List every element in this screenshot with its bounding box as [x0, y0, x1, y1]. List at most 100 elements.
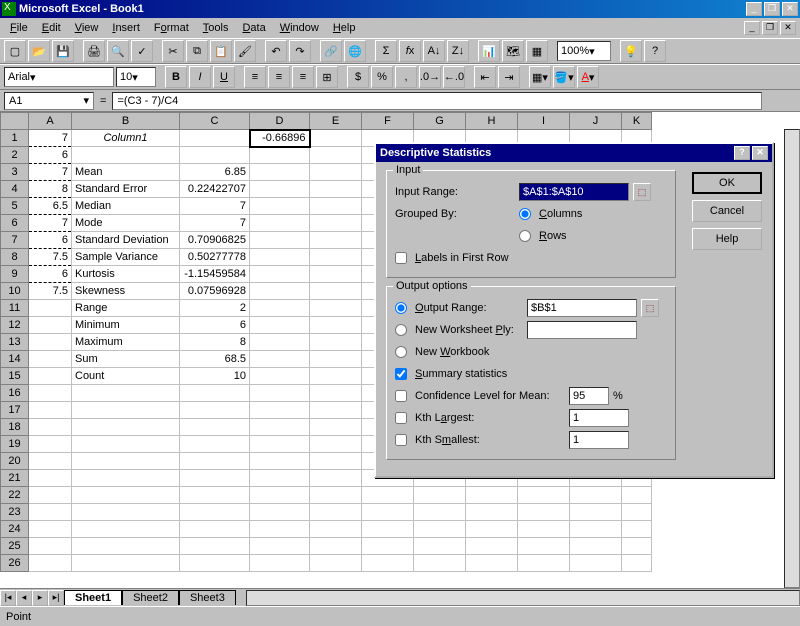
inc-indent-icon[interactable]: ⇥: [498, 66, 520, 88]
dialog-help-button[interactable]: ?: [734, 146, 750, 160]
cell[interactable]: Column1: [72, 130, 180, 147]
cell[interactable]: [180, 436, 250, 453]
function-icon[interactable]: fx: [399, 40, 421, 62]
cell[interactable]: [466, 504, 518, 521]
align-left-icon[interactable]: ≡: [244, 66, 266, 88]
cell[interactable]: [29, 402, 72, 419]
cell[interactable]: [250, 283, 310, 300]
cell[interactable]: [362, 521, 414, 538]
cell[interactable]: [29, 368, 72, 385]
cell[interactable]: [72, 385, 180, 402]
cell[interactable]: 7: [29, 215, 72, 232]
cell[interactable]: [310, 555, 362, 572]
cell[interactable]: [29, 538, 72, 555]
cell[interactable]: [72, 419, 180, 436]
font-combo[interactable]: Arial ▾: [4, 67, 114, 87]
cell[interactable]: Mean: [72, 164, 180, 181]
cell[interactable]: [72, 147, 180, 164]
cell[interactable]: 6.85: [180, 164, 250, 181]
cancel-button[interactable]: Cancel: [692, 200, 762, 222]
cell[interactable]: [250, 249, 310, 266]
cell[interactable]: [250, 487, 310, 504]
cell[interactable]: [518, 555, 570, 572]
dialog-help-action[interactable]: Help: [692, 228, 762, 250]
web-toolbar-icon[interactable]: 🌐: [344, 40, 366, 62]
menu-format[interactable]: Format: [148, 20, 195, 36]
borders-icon[interactable]: ▦▾: [529, 66, 551, 88]
cell[interactable]: [29, 334, 72, 351]
row-15[interactable]: 15: [1, 368, 29, 385]
menu-file[interactable]: File: [4, 20, 34, 36]
help-icon[interactable]: ?: [644, 40, 666, 62]
cell[interactable]: [310, 198, 362, 215]
new-worksheet-field[interactable]: [527, 321, 637, 339]
currency-icon[interactable]: $: [347, 66, 369, 88]
preview-icon[interactable]: 🔍: [107, 40, 129, 62]
row-13[interactable]: 13: [1, 334, 29, 351]
row-23[interactable]: 23: [1, 504, 29, 521]
name-box[interactable]: A1▾: [4, 92, 94, 110]
hyperlink-icon[interactable]: 🔗: [320, 40, 342, 62]
cell[interactable]: [310, 538, 362, 555]
horizontal-scrollbar[interactable]: [246, 590, 800, 606]
cell[interactable]: [518, 487, 570, 504]
cell[interactable]: [72, 453, 180, 470]
cell[interactable]: 0.50277778: [180, 249, 250, 266]
map-icon[interactable]: 🗺: [502, 40, 524, 62]
cell[interactable]: [250, 521, 310, 538]
align-center-icon[interactable]: ≡: [268, 66, 290, 88]
cell[interactable]: [29, 521, 72, 538]
row-1[interactable]: 1: [1, 130, 29, 147]
cell[interactable]: [310, 334, 362, 351]
cell[interactable]: 0.07596928: [180, 283, 250, 300]
row-2[interactable]: 2: [1, 147, 29, 164]
open-icon[interactable]: 📂: [28, 40, 50, 62]
cell[interactable]: 7.5: [29, 283, 72, 300]
cell[interactable]: [250, 164, 310, 181]
cell[interactable]: [250, 436, 310, 453]
cell[interactable]: [180, 130, 250, 147]
cell[interactable]: [518, 521, 570, 538]
cell[interactable]: Median: [72, 198, 180, 215]
rows-radio[interactable]: [519, 230, 531, 242]
bold-icon[interactable]: B: [165, 66, 187, 88]
cell[interactable]: [362, 504, 414, 521]
columns-radio[interactable]: [519, 208, 531, 220]
cell[interactable]: 6: [180, 317, 250, 334]
paste-icon[interactable]: 📋: [210, 40, 232, 62]
row-6[interactable]: 6: [1, 215, 29, 232]
row-21[interactable]: 21: [1, 470, 29, 487]
row-16[interactable]: 16: [1, 385, 29, 402]
cell[interactable]: [518, 538, 570, 555]
col-G[interactable]: G: [414, 113, 466, 130]
cell[interactable]: [362, 555, 414, 572]
cell[interactable]: 0.22422707: [180, 181, 250, 198]
cell[interactable]: [250, 538, 310, 555]
cell[interactable]: [250, 351, 310, 368]
dec-indent-icon[interactable]: ⇤: [474, 66, 496, 88]
cell[interactable]: [72, 555, 180, 572]
cell[interactable]: [310, 215, 362, 232]
cell[interactable]: 6: [29, 232, 72, 249]
cell[interactable]: [180, 470, 250, 487]
formula-input[interactable]: =(C3 - 7)/C4: [112, 92, 762, 110]
input-range-field[interactable]: $A$1:$A$10: [519, 183, 629, 201]
cell[interactable]: 7.5: [29, 249, 72, 266]
percent-icon[interactable]: %: [371, 66, 393, 88]
cell[interactable]: [180, 402, 250, 419]
cell[interactable]: [180, 487, 250, 504]
cell[interactable]: 68.5: [180, 351, 250, 368]
cell[interactable]: Sample Variance: [72, 249, 180, 266]
cell[interactable]: 2: [180, 300, 250, 317]
zoom-combo[interactable]: 100% ▾: [557, 41, 611, 61]
cell[interactable]: [180, 555, 250, 572]
cell[interactable]: [250, 181, 310, 198]
cell[interactable]: [72, 504, 180, 521]
row-24[interactable]: 24: [1, 521, 29, 538]
cell[interactable]: [310, 147, 362, 164]
cell[interactable]: [310, 130, 362, 147]
cell[interactable]: [310, 504, 362, 521]
first-sheet-button[interactable]: |◂: [0, 590, 16, 606]
cell[interactable]: 8: [180, 334, 250, 351]
row-4[interactable]: 4: [1, 181, 29, 198]
